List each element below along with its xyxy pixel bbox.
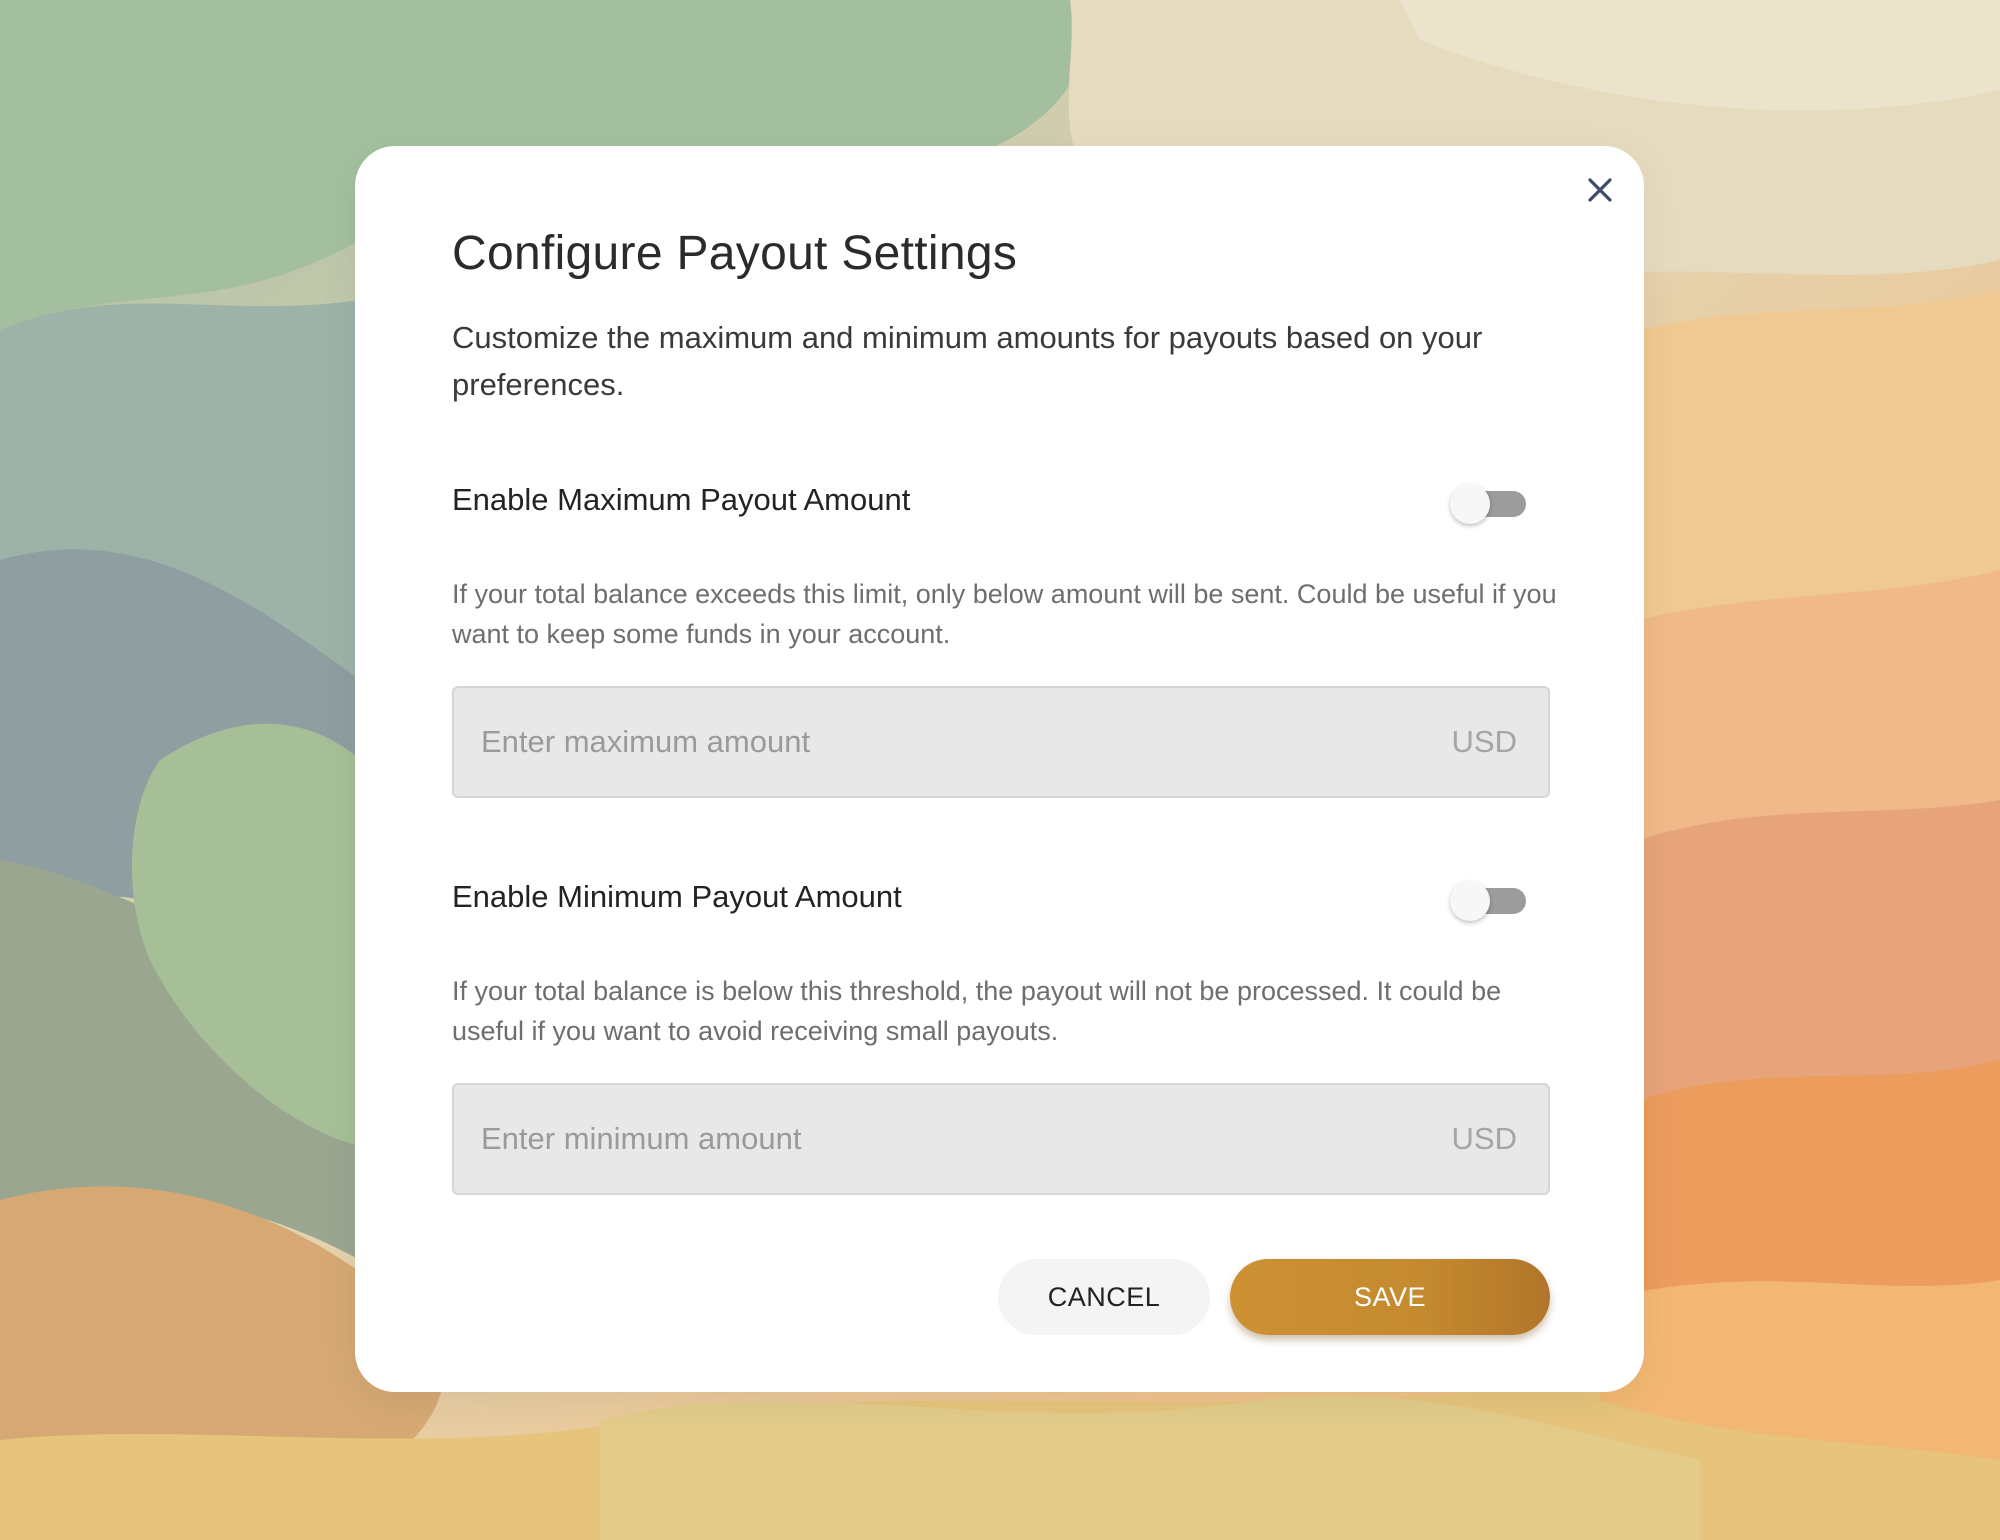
dialog-title: Configure Payout Settings: [452, 227, 1018, 280]
min-payout-toggle[interactable]: [1450, 879, 1530, 923]
toggle-knob: [1450, 881, 1490, 921]
toggle-knob: [1450, 484, 1490, 524]
max-amount-field: USD: [452, 686, 1550, 798]
dialog-subtitle: Customize the maximum and minimum amount…: [452, 320, 1483, 402]
max-payout-help: If your total balance exceeds this limit…: [452, 579, 1557, 649]
min-payout-label: Enable Minimum Payout Amount: [452, 879, 902, 914]
max-currency-label: USD: [1451, 724, 1517, 759]
save-button[interactable]: SAVE: [1230, 1259, 1550, 1335]
close-icon: [1588, 178, 1612, 202]
payout-settings-dialog: Configure Payout Settings Customize the …: [355, 146, 1644, 1392]
close-button[interactable]: [1578, 168, 1622, 212]
min-amount-input[interactable]: [454, 1085, 1354, 1193]
cancel-button[interactable]: CANCEL: [998, 1259, 1210, 1335]
max-amount-input[interactable]: [454, 688, 1354, 796]
max-payout-toggle[interactable]: [1450, 482, 1530, 526]
min-payout-help: If your total balance is below this thre…: [452, 976, 1502, 1046]
min-amount-field: USD: [452, 1083, 1550, 1195]
max-payout-label: Enable Maximum Payout Amount: [452, 482, 911, 517]
min-currency-label: USD: [1451, 1121, 1517, 1156]
